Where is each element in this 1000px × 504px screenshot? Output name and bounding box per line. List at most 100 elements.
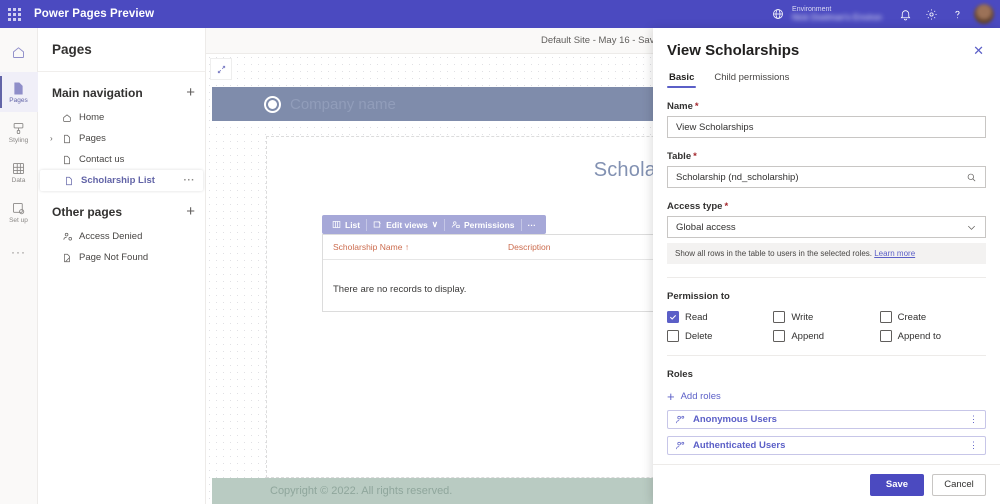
- rail-item-data[interactable]: Data: [0, 152, 38, 192]
- save-button[interactable]: Save: [870, 474, 924, 496]
- more-icon: ···: [11, 245, 26, 259]
- gear-icon[interactable]: [918, 1, 944, 27]
- rail-item-more[interactable]: ···: [0, 232, 38, 272]
- page-icon: [64, 176, 78, 186]
- checkbox-append[interactable]: Append: [773, 330, 879, 342]
- checkbox-write-label: Write: [791, 312, 813, 323]
- other-pages-header: Other pages +: [38, 191, 205, 226]
- add-other-page-button[interactable]: +: [186, 204, 195, 219]
- power-pages-app: Power Pages Preview Environment Nick Doe…: [0, 0, 1000, 504]
- sidebar-item-contact-us[interactable]: Contact us: [38, 149, 205, 170]
- role-chip-menu-icon[interactable]: ⋮: [969, 415, 978, 424]
- list-widget-toolbar: List Edit views ∨: [322, 215, 546, 234]
- list-toolbar-list-label: List: [345, 220, 360, 230]
- access-type-value: Global access: [676, 222, 966, 233]
- required-marker: *: [693, 151, 697, 162]
- rail-item-pages[interactable]: Pages: [0, 72, 38, 112]
- avatar[interactable]: [974, 4, 994, 24]
- section-divider: [667, 277, 986, 278]
- checkbox-read-box: [667, 311, 679, 323]
- access-type-helper-text: Show all rows in the table to users in t…: [667, 243, 986, 264]
- add-main-navigation-page-button[interactable]: +: [186, 85, 195, 100]
- panel-tabs: Basic Child permissions: [653, 69, 1000, 88]
- checkbox-create[interactable]: Create: [880, 311, 986, 323]
- pages-sidebar: Pages Main navigation + Home › Pages Con…: [38, 28, 206, 504]
- checkbox-create-box: [880, 311, 892, 323]
- sidebar-item-page-not-found[interactable]: Page Not Found: [38, 247, 205, 268]
- search-icon[interactable]: [966, 172, 977, 183]
- chevron-right-icon[interactable]: ›: [50, 134, 53, 143]
- list-toolbar-list-button[interactable]: List: [326, 220, 366, 230]
- permission-checkbox-grid: Read Write Create Delete Append: [667, 311, 986, 342]
- name-input-value: View Scholarships: [676, 122, 977, 133]
- table-field-group: Table* Scholarship (nd_scholarship): [667, 151, 986, 188]
- table-input[interactable]: Scholarship (nd_scholarship): [667, 166, 986, 188]
- bell-icon[interactable]: [892, 1, 918, 27]
- page-icon: [62, 155, 76, 165]
- sidebar-item-access-denied-label: Access Denied: [79, 231, 142, 242]
- expand-arrows-icon[interactable]: [210, 58, 232, 80]
- learn-more-link[interactable]: Learn more: [874, 249, 915, 258]
- app-launcher-icon[interactable]: [0, 0, 28, 28]
- environment-switcher[interactable]: Environment Nick Doelman's Environ: [769, 5, 882, 23]
- app-title: Power Pages Preview: [34, 8, 154, 20]
- rail-item-data-label: Data: [12, 177, 26, 184]
- table-field-label: Table*: [667, 151, 986, 162]
- role-chip-authenticated-users[interactable]: Authenticated Users ⋮: [667, 436, 986, 455]
- rail-item-styling[interactable]: Styling: [0, 112, 38, 152]
- page-title: Pages: [38, 28, 205, 72]
- chevron-down-icon: ∨: [432, 219, 438, 230]
- rail-item-setup[interactable]: Set up: [0, 192, 38, 232]
- tab-basic[interactable]: Basic: [667, 69, 696, 88]
- required-marker: *: [695, 101, 699, 112]
- access-type-dropdown[interactable]: Global access: [667, 216, 986, 238]
- list-column-scholarship-name[interactable]: Scholarship Name ↑: [333, 242, 508, 252]
- sidebar-item-contact-us-label: Contact us: [79, 154, 124, 165]
- access-denied-icon: [62, 231, 76, 242]
- list-toolbar-more-button[interactable]: ···: [522, 220, 543, 230]
- rail-item-home[interactable]: [0, 32, 38, 72]
- cancel-button[interactable]: Cancel: [932, 474, 986, 496]
- checkbox-append-to[interactable]: Append to: [880, 330, 986, 342]
- list-toolbar-edit-views-button[interactable]: Edit views ∨: [367, 219, 444, 230]
- checkbox-write[interactable]: Write: [773, 311, 879, 323]
- table-input-value: Scholarship (nd_scholarship): [676, 172, 966, 183]
- rail-item-setup-label: Set up: [9, 217, 28, 224]
- sidebar-item-access-denied[interactable]: Access Denied: [38, 226, 205, 247]
- sidebar-item-home[interactable]: Home: [38, 107, 205, 128]
- add-roles-button[interactable]: + Add roles: [667, 390, 986, 403]
- plus-icon: +: [667, 390, 675, 403]
- rail-item-styling-label: Styling: [9, 137, 29, 144]
- sidebar-item-pages[interactable]: › Pages: [38, 128, 205, 149]
- panel-header: View Scholarships ✕: [653, 28, 1000, 59]
- role-chip-anonymous-users[interactable]: Anonymous Users ⋮: [667, 410, 986, 429]
- name-field-group: Name* View Scholarships: [667, 101, 986, 138]
- permission-panel: View Scholarships ✕ Basic Child permissi…: [653, 28, 1000, 504]
- checkbox-read-label: Read: [685, 312, 708, 323]
- sidebar-item-more-icon[interactable]: ···: [184, 175, 196, 186]
- name-input[interactable]: View Scholarships: [667, 116, 986, 138]
- checkbox-delete-box: [667, 330, 679, 342]
- list-icon: [332, 220, 341, 229]
- role-chip-menu-icon[interactable]: ⋮: [969, 441, 978, 450]
- suite-bar-right: Environment Nick Doelman's Environ: [769, 0, 1000, 28]
- sidebar-item-scholarship-list[interactable]: Scholarship List ···: [40, 170, 203, 191]
- list-toolbar-permissions-button[interactable]: Permissions: [445, 220, 521, 230]
- checkbox-delete[interactable]: Delete: [667, 330, 773, 342]
- role-icon: [675, 440, 686, 451]
- main-navigation-header: Main navigation +: [38, 72, 205, 107]
- checkbox-read[interactable]: Read: [667, 311, 773, 323]
- permission-to-label: Permission to: [667, 291, 986, 302]
- roles-label: Roles: [667, 369, 986, 380]
- question-mark-icon[interactable]: [944, 1, 970, 27]
- page-icon: [62, 134, 76, 144]
- close-icon[interactable]: ✕: [971, 42, 986, 59]
- chevron-down-icon[interactable]: [966, 222, 977, 233]
- environment-icon: [769, 5, 787, 23]
- environment-value: Nick Doelman's Environ: [792, 13, 882, 22]
- checkbox-create-label: Create: [898, 312, 927, 323]
- tab-child-permissions[interactable]: Child permissions: [712, 69, 791, 88]
- site-logo-icon: [264, 96, 281, 113]
- checkbox-write-box: [773, 311, 785, 323]
- site-footer-text: Copyright © 2022. All rights reserved.: [270, 485, 452, 497]
